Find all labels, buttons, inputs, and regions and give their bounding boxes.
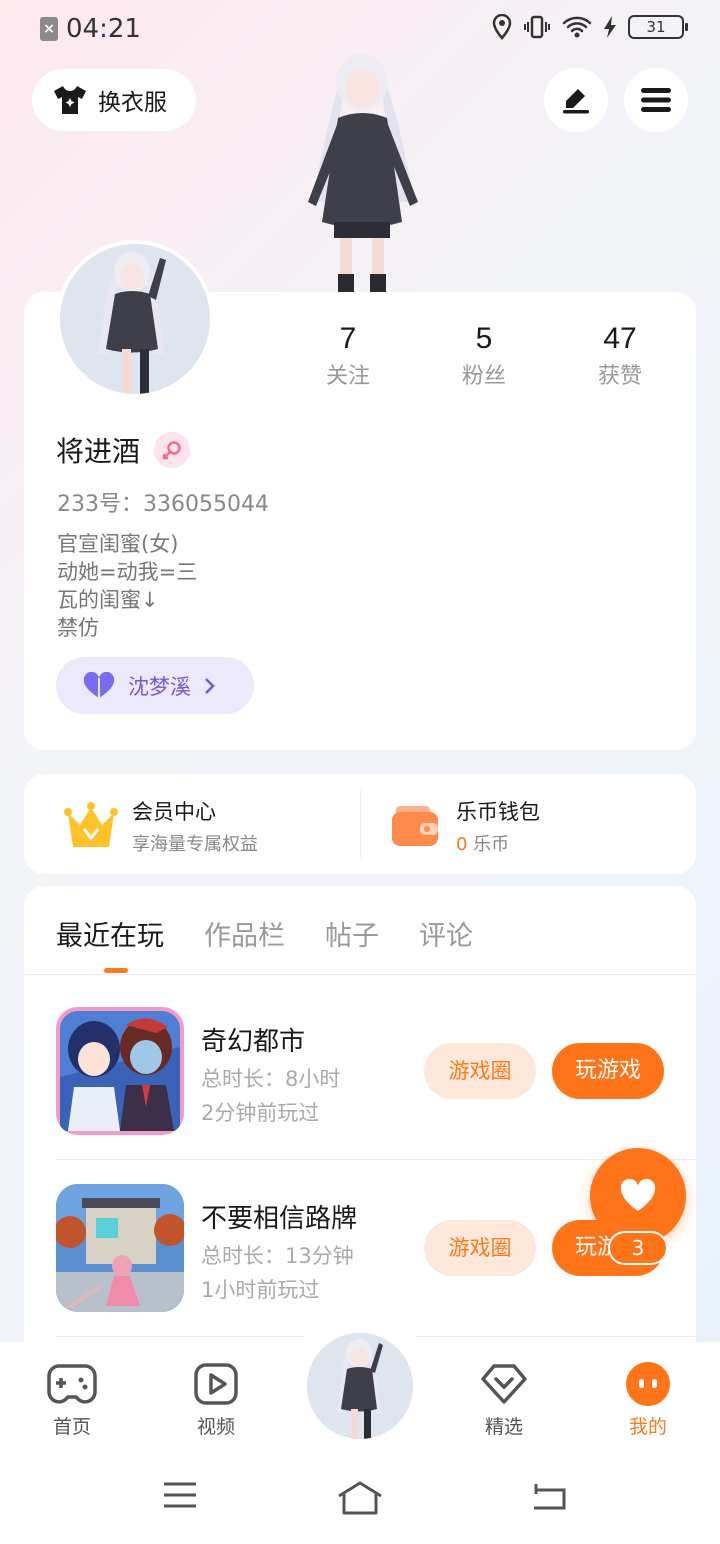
games-card: 最近在玩 作品栏 帖子 评论 奇幻都市 总时长：8小时 2分钟前玩过 游戏圈 玩…: [24, 886, 696, 1356]
fans-label: 粉丝: [461, 364, 506, 389]
following-stat[interactable]: 7 关注: [280, 322, 416, 390]
following-count: 7: [339, 322, 357, 355]
wifi-icon: [562, 16, 592, 38]
game-icon: [56, 1184, 184, 1312]
divider: [56, 1159, 696, 1160]
game-circle-button[interactable]: 游戏圈: [424, 1043, 536, 1099]
game-last-played: 2分钟前玩过: [201, 1101, 320, 1125]
tab-comments[interactable]: 评论: [419, 914, 473, 953]
floating-like-count: 3: [608, 1231, 668, 1265]
likes-stat[interactable]: 47 获赞: [552, 322, 688, 390]
heart-icon: [83, 671, 115, 698]
best-friend-pill[interactable]: 沈梦溪: [56, 657, 254, 714]
nav-featured[interactable]: 精选: [454, 1362, 554, 1439]
game-icon: [56, 1007, 184, 1135]
charging-icon: [604, 16, 616, 38]
tab-recent-played[interactable]: 最近在玩: [56, 914, 164, 953]
battery-indicator: 31: [628, 15, 688, 39]
fans-stat[interactable]: 5 粉丝: [416, 322, 552, 390]
bio-line: 禁仿: [57, 616, 99, 640]
crown-icon: [64, 802, 118, 847]
member-wallet-card: 会员中心 享海量专属权益 乐币钱包 0 乐币: [24, 774, 696, 874]
pencil-icon: [563, 89, 589, 114]
username: 将进酒: [56, 435, 141, 468]
nav-mine[interactable]: 我的: [598, 1362, 698, 1439]
user-id: 233号：336055044: [57, 492, 269, 517]
home-icon[interactable]: [336, 1480, 384, 1516]
hamburger-icon: [641, 88, 671, 112]
chevron-right-icon: [205, 677, 215, 694]
tshirt-icon: [54, 86, 86, 114]
game-duration: 总时长：8小时: [201, 1067, 341, 1091]
member-title: 会员中心: [132, 800, 216, 824]
heart-icon: [620, 1178, 656, 1211]
no-sim-icon: ×: [40, 17, 58, 41]
divider: [24, 974, 696, 975]
wallet[interactable]: 乐币钱包 0 乐币: [390, 796, 540, 856]
fans-count: 5: [475, 322, 493, 355]
best-friend-name: 沈梦溪: [128, 674, 191, 699]
tab-indicator: [104, 968, 128, 973]
coin-count: 0: [456, 834, 468, 855]
bio-line: 瓦的闺蜜↓: [57, 588, 159, 612]
change-outfit-label: 换衣服: [98, 90, 167, 116]
floating-like-button[interactable]: [590, 1148, 686, 1244]
bio: 官宣闺蜜(女) 动她=动我=三 瓦的闺蜜↓ 禁仿: [57, 530, 197, 642]
wallet-balance: 0 乐币: [456, 830, 540, 856]
username-row: 将进酒: [56, 430, 191, 470]
avatar[interactable]: [56, 240, 214, 398]
character-figure[interactable]: [290, 52, 435, 292]
divider: [360, 790, 361, 858]
game-duration: 总时长：13分钟: [201, 1244, 354, 1268]
edit-profile-button[interactable]: [544, 68, 608, 132]
profile-face-icon: [623, 1362, 673, 1406]
gamepad-icon: [47, 1362, 97, 1406]
bio-line: 官宣闺蜜(女): [57, 532, 179, 556]
location-icon: [492, 14, 512, 40]
tab-works[interactable]: 作品栏: [204, 914, 285, 953]
likes-count: 47: [603, 322, 637, 355]
diamond-heart-icon: [479, 1362, 529, 1406]
play-game-button[interactable]: 玩游戏: [552, 1043, 664, 1099]
nav-home[interactable]: 首页: [22, 1362, 122, 1439]
nav-video[interactable]: 视频: [166, 1362, 266, 1439]
nav-avatar-button[interactable]: [303, 1329, 417, 1443]
following-label: 关注: [325, 364, 370, 389]
status-time: 04:21: [66, 14, 141, 44]
coin-unit: 乐币: [467, 834, 510, 855]
video-play-icon: [191, 1362, 241, 1406]
game-row[interactable]: 奇幻都市 总时长：8小时 2分钟前玩过 游戏圈 玩游戏: [24, 1007, 696, 1157]
tab-posts[interactable]: 帖子: [325, 914, 379, 953]
game-last-played: 1小时前玩过: [201, 1278, 320, 1302]
wallet-icon: [392, 806, 438, 846]
status-bar: × 04:21 31: [0, 0, 720, 56]
back-icon[interactable]: [530, 1480, 568, 1512]
profile-stats: 7 关注 5 粉丝 47 获赞: [280, 322, 690, 390]
member-subtitle: 享海量专属权益: [132, 834, 258, 855]
recent-apps-icon[interactable]: [162, 1480, 198, 1510]
game-circle-button[interactable]: 游戏圈: [424, 1220, 536, 1276]
vibrate-icon: [524, 15, 550, 39]
wallet-title: 乐币钱包: [456, 800, 540, 824]
profile-tabs: 最近在玩 作品栏 帖子 评论: [56, 914, 473, 953]
nav-home-label: 首页: [52, 1416, 91, 1438]
member-center[interactable]: 会员中心 享海量专属权益: [64, 796, 258, 856]
nav-mine-label: 我的: [628, 1416, 667, 1438]
bio-line: 动她=动我=三: [57, 560, 198, 584]
menu-button[interactable]: [624, 68, 688, 132]
female-icon: [154, 432, 191, 468]
change-outfit-button[interactable]: 换衣服: [32, 69, 196, 131]
nav-featured-label: 精选: [484, 1416, 523, 1438]
game-name: 不要相信路牌: [201, 1204, 358, 1234]
nav-video-label: 视频: [196, 1416, 235, 1438]
game-name: 奇幻都市: [201, 1027, 306, 1057]
likes-label: 获赞: [597, 364, 642, 389]
